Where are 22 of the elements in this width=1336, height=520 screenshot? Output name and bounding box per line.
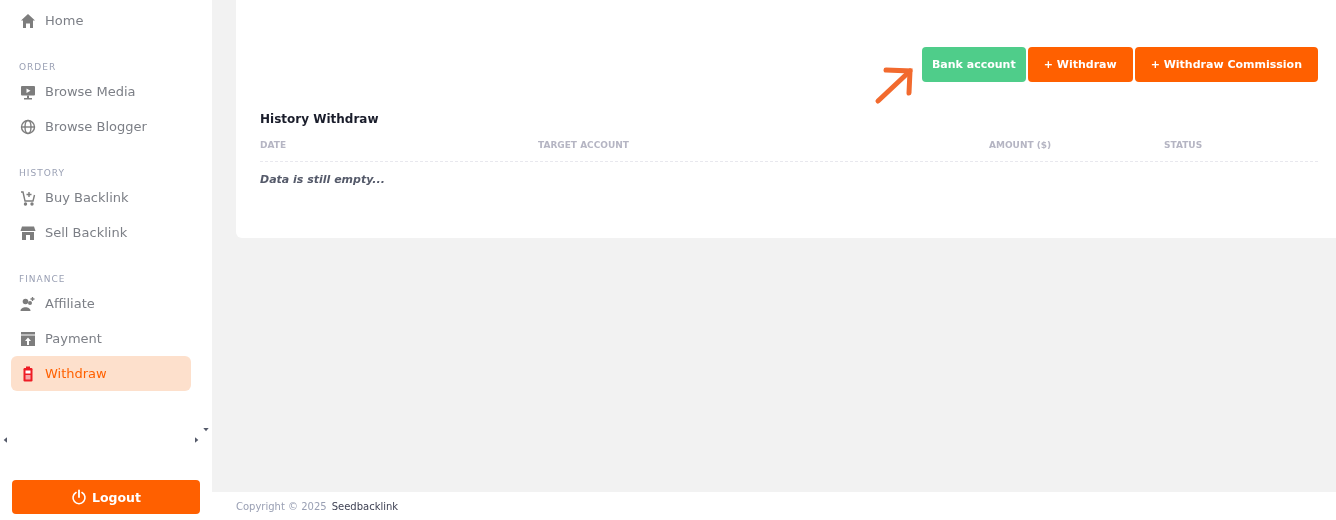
section-heading: ORDER <box>18 61 58 74</box>
action-button[interactable]: + Withdraw <box>1027 47 1133 82</box>
column-header: STATUS <box>1164 140 1204 150</box>
nav-item[interactable]: Sell Backlink <box>11 215 191 250</box>
logout-button[interactable]: Logout <box>12 480 200 514</box>
section-heading: HISTORY <box>18 167 66 180</box>
nav-item[interactable]: Withdraw <box>11 356 191 391</box>
section-title: History Withdraw <box>260 112 380 126</box>
column-header: TARGET ACCOUNT <box>538 140 630 150</box>
section-heading: FINANCE <box>18 273 67 286</box>
nav-item[interactable]: Home <box>11 3 191 38</box>
empty-message: Data is still empty... <box>260 173 386 186</box>
nav-item[interactable]: Browse Blogger <box>11 109 191 144</box>
brand-link[interactable]: Seedbacklink <box>331 500 399 512</box>
copyright-text: Copyright © 2025 <box>236 500 327 512</box>
nav-item[interactable]: Browse Media <box>11 74 191 109</box>
nav-item[interactable]: Payment <box>11 321 191 356</box>
column-header: DATE <box>260 140 288 150</box>
column-header: AMOUNT ($) <box>989 140 1053 150</box>
nav-item[interactable]: Affiliate <box>11 286 191 321</box>
nav-item[interactable]: Buy Backlink <box>11 180 191 215</box>
action-button[interactable]: + Withdraw Commission <box>1134 47 1318 82</box>
